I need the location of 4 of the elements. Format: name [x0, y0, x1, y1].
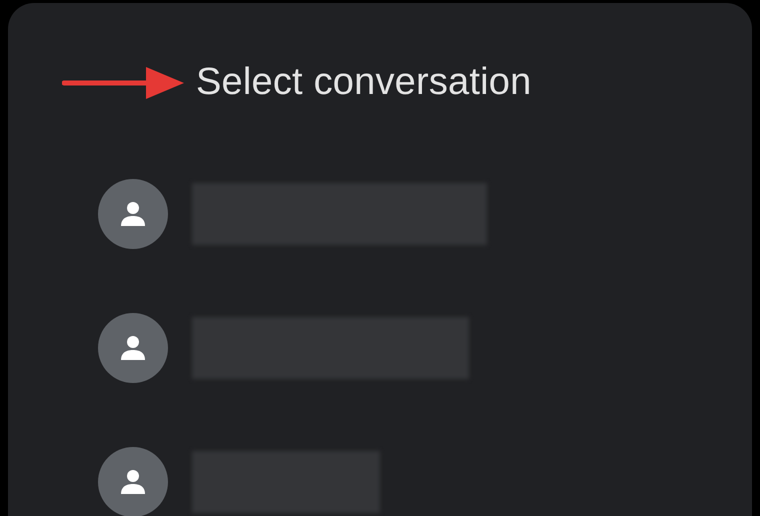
person-icon — [118, 467, 148, 497]
person-icon — [118, 333, 148, 363]
dialog-title: Select conversation — [196, 61, 532, 104]
person-icon — [118, 199, 148, 229]
